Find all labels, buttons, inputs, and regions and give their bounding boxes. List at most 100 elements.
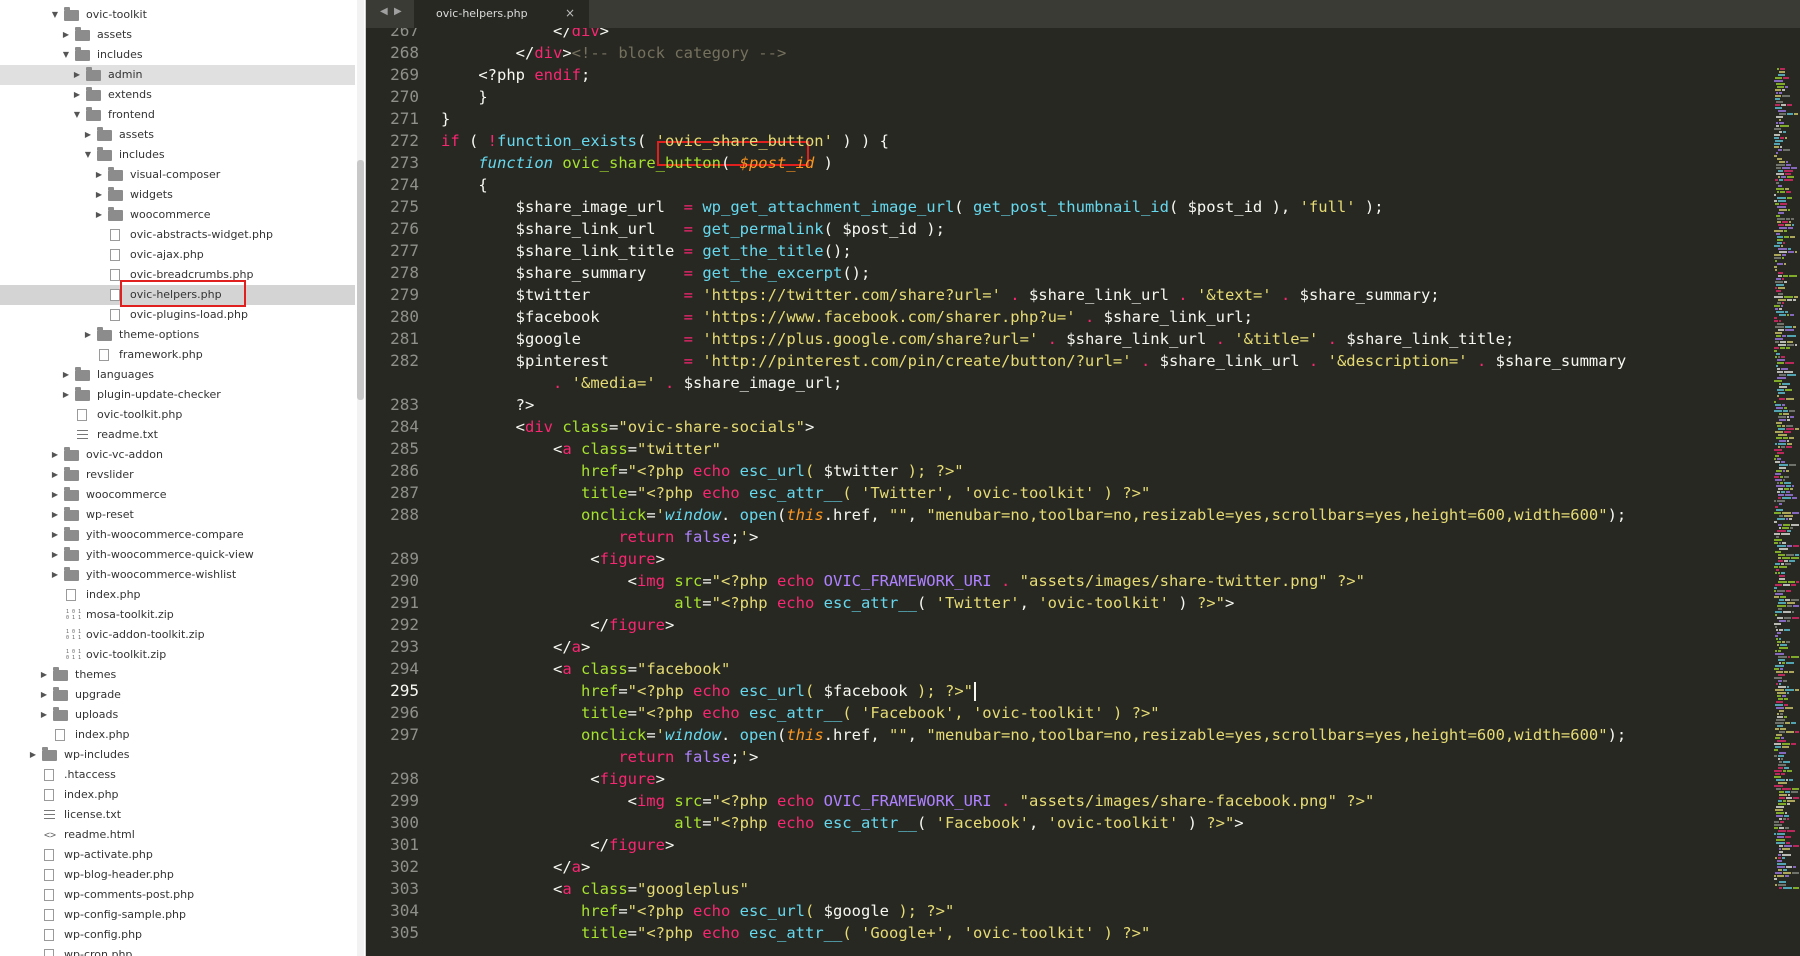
expand-right-icon[interactable]: ▶ bbox=[72, 65, 82, 85]
code-line[interactable]: ?> bbox=[441, 394, 535, 416]
tree-item[interactable]: ▶ theme-options bbox=[0, 325, 355, 345]
tab-nav-right-icon[interactable]: ▶ bbox=[394, 6, 402, 17]
tree-item[interactable]: ▶ yith-woocommerce-wishlist bbox=[0, 565, 355, 585]
tree-item[interactable]: ▶ admin bbox=[0, 65, 355, 85]
code-line[interactable]: } bbox=[441, 108, 450, 130]
code-line[interactable]: alt="<?php echo esc_attr__( 'Twitter', '… bbox=[441, 592, 1234, 614]
tree-item[interactable]: ▶ uploads bbox=[0, 705, 355, 725]
expand-right-icon[interactable]: ▶ bbox=[83, 325, 93, 345]
expand-right-icon[interactable]: ▶ bbox=[61, 365, 71, 385]
tree-item[interactable]: ▶ wp-reset bbox=[0, 505, 355, 525]
tree-item[interactable]: ovic-ajax.php bbox=[0, 245, 355, 265]
code-line[interactable]: onclick='window. open(this.href, "", "me… bbox=[441, 724, 1626, 746]
tree-item[interactable]: ovic-breadcrumbs.php bbox=[0, 265, 355, 285]
code-line[interactable]: </a> bbox=[441, 856, 590, 878]
code-line[interactable]: $share_link_url = get_permalink( $post_i… bbox=[441, 218, 945, 240]
expand-right-icon[interactable]: ▶ bbox=[61, 385, 71, 405]
code-line[interactable]: onclick='window. open(this.href, "", "me… bbox=[441, 504, 1626, 526]
code-line[interactable]: $google = 'https://plus.google.com/share… bbox=[441, 328, 1515, 350]
code-line[interactable]: </figure> bbox=[441, 834, 674, 856]
tree-item[interactable]: index.php bbox=[0, 585, 355, 605]
expand-right-icon[interactable]: ▶ bbox=[94, 165, 104, 185]
expand-down-icon[interactable]: ▼ bbox=[83, 145, 93, 165]
code-line[interactable]: } bbox=[441, 86, 487, 108]
tree-item[interactable]: ▶ languages bbox=[0, 365, 355, 385]
code-line[interactable]: href="<?php echo esc_url( $twitter ); ?>… bbox=[441, 460, 964, 482]
expand-right-icon[interactable]: ▶ bbox=[94, 185, 104, 205]
tree-item[interactable]: ▶ widgets bbox=[0, 185, 355, 205]
tree-item[interactable]: index.php bbox=[0, 785, 355, 805]
tree-item[interactable]: wp-blog-header.php bbox=[0, 865, 355, 885]
code-line[interactable]: if ( !function_exists( 'ovic_share_butto… bbox=[441, 130, 889, 152]
tree-item[interactable]: ▶ woocommerce bbox=[0, 205, 355, 225]
tree-item[interactable]: ▶ revslider bbox=[0, 465, 355, 485]
tree-item[interactable]: wp-config-sample.php bbox=[0, 905, 355, 925]
code-line[interactable]: $facebook = 'https://www.facebook.com/sh… bbox=[441, 306, 1253, 328]
expand-right-icon[interactable]: ▶ bbox=[50, 505, 60, 525]
tree-item[interactable]: readme.txt bbox=[0, 425, 355, 445]
tree-item[interactable]: ▶ themes bbox=[0, 665, 355, 685]
code-line[interactable]: </figure> bbox=[441, 614, 674, 636]
code-line[interactable]: </div> bbox=[441, 28, 609, 42]
expand-right-icon[interactable]: ▶ bbox=[50, 465, 60, 485]
code-line[interactable]: alt="<?php echo esc_attr__( 'Facebook', … bbox=[441, 812, 1243, 834]
code-line[interactable]: <img src="<?php echo OVIC_FRAMEWORK_URI … bbox=[441, 570, 1365, 592]
code-line[interactable]: function ovic_share_button( $post_id ) bbox=[441, 152, 833, 174]
tree-item[interactable]: 1 0 10 1 1 ovic-toolkit.zip bbox=[0, 645, 355, 665]
expand-right-icon[interactable]: ▶ bbox=[39, 705, 49, 725]
tree-item[interactable]: ▼ frontend bbox=[0, 105, 355, 125]
expand-right-icon[interactable]: ▶ bbox=[50, 545, 60, 565]
code-line[interactable]: <figure> bbox=[441, 768, 665, 790]
tab-nav-left-icon[interactable]: ◀ bbox=[380, 6, 388, 17]
tab-close-icon[interactable]: × bbox=[565, 6, 575, 20]
tree-item[interactable]: wp-activate.php bbox=[0, 845, 355, 865]
code-line[interactable]: href="<?php echo esc_url( $google ); ?>" bbox=[441, 900, 954, 922]
tree-item[interactable]: ▶ woocommerce bbox=[0, 485, 355, 505]
tree-item[interactable]: framework.php bbox=[0, 345, 355, 365]
expand-right-icon[interactable]: ▶ bbox=[61, 25, 71, 45]
tree-item[interactable]: ▼ includes bbox=[0, 145, 355, 165]
tree-item[interactable]: ▶ extends bbox=[0, 85, 355, 105]
code-line[interactable]: <a class="facebook" bbox=[441, 658, 730, 680]
expand-right-icon[interactable]: ▶ bbox=[94, 205, 104, 225]
expand-down-icon[interactable]: ▼ bbox=[50, 5, 60, 25]
expand-down-icon[interactable]: ▼ bbox=[61, 45, 71, 65]
expand-right-icon[interactable]: ▶ bbox=[39, 685, 49, 705]
expand-right-icon[interactable]: ▶ bbox=[72, 85, 82, 105]
code-line[interactable]: $share_summary = get_the_excerpt(); bbox=[441, 262, 871, 284]
tree-item[interactable]: ovic-abstracts-widget.php bbox=[0, 225, 355, 245]
expand-right-icon[interactable]: ▶ bbox=[50, 485, 60, 505]
tree-item[interactable]: ▶ assets bbox=[0, 125, 355, 145]
expand-right-icon[interactable]: ▶ bbox=[39, 665, 49, 685]
tree-item[interactable]: ▼ includes bbox=[0, 45, 355, 65]
sidebar-scrollbar-thumb[interactable] bbox=[357, 160, 364, 400]
tree-item[interactable]: ovic-helpers.php bbox=[0, 285, 355, 305]
tree-item[interactable]: ovic-plugins-load.php bbox=[0, 305, 355, 325]
tree-item[interactable]: index.php bbox=[0, 725, 355, 745]
code-line[interactable]: title="<?php echo esc_attr__( 'Facebook'… bbox=[441, 702, 1160, 724]
tree-item[interactable]: ▶ visual-composer bbox=[0, 165, 355, 185]
tree-item[interactable]: wp-cron.php bbox=[0, 945, 355, 956]
sidebar-scrollbar[interactable] bbox=[357, 0, 364, 956]
expand-right-icon[interactable]: ▶ bbox=[50, 525, 60, 545]
tree-item[interactable]: ▶ yith-woocommerce-compare bbox=[0, 525, 355, 545]
expand-right-icon[interactable]: ▶ bbox=[50, 565, 60, 585]
tree-item[interactable]: .htaccess bbox=[0, 765, 355, 785]
code-line[interactable]: return false;'> bbox=[441, 526, 758, 548]
tab-ovic-helpers[interactable]: ovic-helpers.php × bbox=[414, 0, 589, 28]
code-line[interactable]: $share_image_url = wp_get_attachment_ima… bbox=[441, 196, 1384, 218]
tree-item[interactable]: ovic-toolkit.php bbox=[0, 405, 355, 425]
code-line[interactable]: <a class="twitter" bbox=[441, 438, 721, 460]
tree-item[interactable]: <> readme.html bbox=[0, 825, 355, 845]
code-line[interactable]: <img src="<?php echo OVIC_FRAMEWORK_URI … bbox=[441, 790, 1375, 812]
expand-right-icon[interactable]: ▶ bbox=[83, 125, 93, 145]
expand-right-icon[interactable]: ▶ bbox=[50, 445, 60, 465]
code-line[interactable]: $share_link_title = get_the_title(); bbox=[441, 240, 852, 262]
code-line[interactable]: . '&media=' . $share_image_url; bbox=[441, 372, 842, 394]
tree-item[interactable]: wp-comments-post.php bbox=[0, 885, 355, 905]
code-line[interactable]: </div><!-- block category --> bbox=[441, 42, 787, 64]
tree-item[interactable]: wp-config.php bbox=[0, 925, 355, 945]
tree-item[interactable]: ▶ wp-includes bbox=[0, 745, 355, 765]
code-line[interactable]: <div class="ovic-share-socials"> bbox=[441, 416, 815, 438]
tree-item[interactable]: ▶ yith-woocommerce-quick-view bbox=[0, 545, 355, 565]
